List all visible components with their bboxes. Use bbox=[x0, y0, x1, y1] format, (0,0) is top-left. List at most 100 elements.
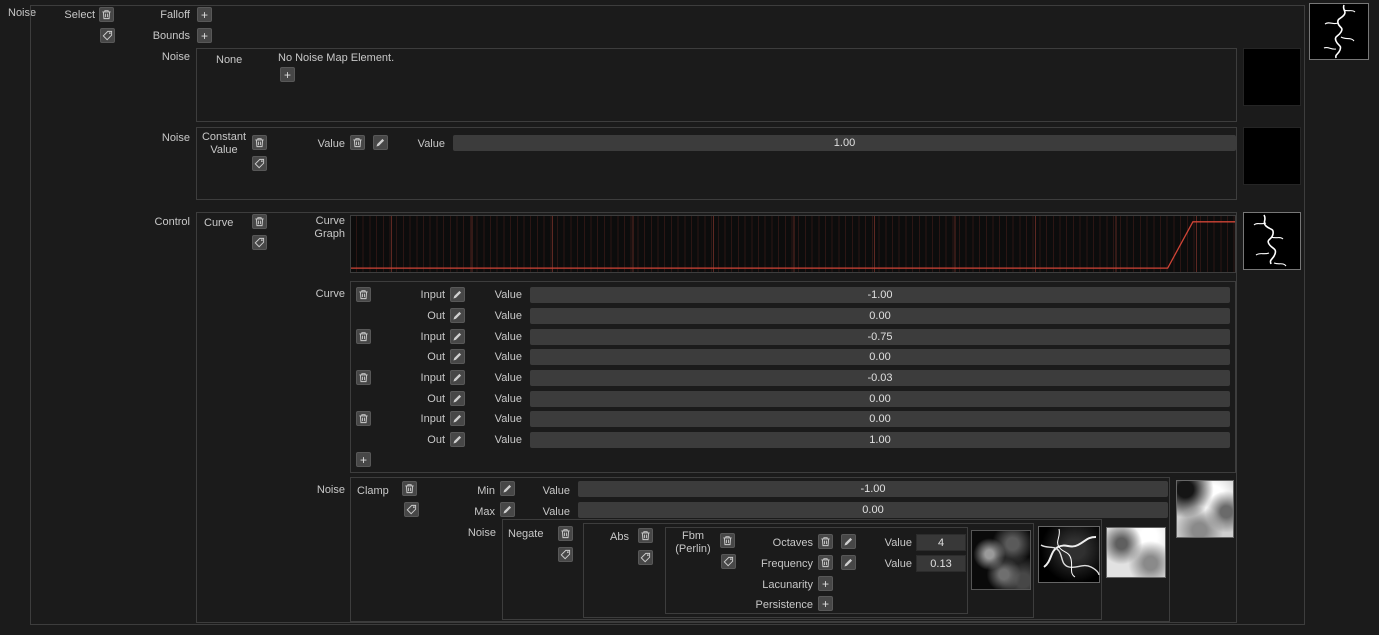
curve-point-trash-button[interactable] bbox=[356, 287, 371, 302]
none-name: None bbox=[216, 54, 242, 67]
bounds-label: Bounds bbox=[130, 30, 190, 43]
none-noise-preview bbox=[1243, 48, 1301, 106]
negate-tag-button[interactable] bbox=[558, 547, 573, 562]
curve-row-pencil-button[interactable] bbox=[450, 349, 465, 364]
curve-row-value-label: Value bbox=[482, 413, 522, 426]
curve-row-value-label: Value bbox=[482, 393, 522, 406]
bounds-add-button[interactable]: + bbox=[197, 28, 212, 43]
veins-pattern bbox=[1254, 215, 1286, 266]
fbm-persistence-add-button[interactable]: + bbox=[818, 596, 833, 611]
curve-row-pencil-button[interactable] bbox=[450, 411, 465, 426]
constant-name: Constant Value bbox=[200, 131, 248, 157]
fbm-frequency-pencil-button[interactable] bbox=[841, 555, 856, 570]
constant-param-trash-button[interactable] bbox=[350, 135, 365, 150]
none-message: No Noise Map Element. bbox=[278, 52, 394, 65]
falloff-add-button[interactable]: + bbox=[197, 7, 212, 22]
constant-trash-button[interactable] bbox=[252, 135, 267, 150]
curve-row-value-label: Value bbox=[482, 434, 522, 447]
curve-row-pencil-button[interactable] bbox=[450, 391, 465, 406]
constant-param-label: Value bbox=[300, 138, 345, 151]
curve-row-pencil-button[interactable] bbox=[450, 432, 465, 447]
curve-row-value-slider[interactable]: 0.00 bbox=[530, 391, 1230, 407]
fbm-octaves-pencil-button[interactable] bbox=[841, 534, 856, 549]
curve-row-label: Out bbox=[396, 351, 445, 364]
curve-name: Curve bbox=[204, 217, 233, 230]
curve-row-pencil-button[interactable] bbox=[450, 308, 465, 323]
curve-row-value-slider[interactable]: -1.00 bbox=[530, 287, 1230, 303]
curve-row-pencil-button[interactable] bbox=[450, 287, 465, 302]
clamp-side-label: Noise bbox=[300, 484, 345, 497]
constant-tag-button[interactable] bbox=[252, 156, 267, 171]
fbm-frequency-value-label: Value bbox=[872, 558, 912, 571]
curve-row-value-label: Value bbox=[482, 372, 522, 385]
curve-row-value-label: Value bbox=[482, 351, 522, 364]
curve-row-label: Out bbox=[396, 434, 445, 447]
curve-point-trash-button[interactable] bbox=[356, 329, 371, 344]
clamp-trash-button[interactable] bbox=[402, 481, 417, 496]
select-trash-button[interactable] bbox=[99, 7, 114, 22]
fbm-persistence-label: Persistence bbox=[745, 599, 813, 612]
curve-graph-line bbox=[351, 222, 1235, 268]
clamp-max-slider[interactable]: 0.00 bbox=[578, 502, 1168, 518]
control-side-label: Control bbox=[120, 216, 190, 229]
curve-row-value-slider[interactable]: 0.00 bbox=[530, 308, 1230, 324]
curve-row-value-slider[interactable]: -0.03 bbox=[530, 370, 1230, 386]
curve-graph[interactable] bbox=[350, 215, 1236, 273]
curve-add-point-button[interactable]: + bbox=[356, 452, 371, 467]
negate-name: Negate bbox=[508, 528, 543, 541]
curve-row-label: Out bbox=[396, 310, 445, 323]
clamp-name: Clamp bbox=[357, 485, 389, 498]
fbm-octaves-label: Octaves bbox=[750, 537, 813, 550]
clamp-min-slider[interactable]: -1.00 bbox=[578, 481, 1168, 497]
abs-tag-button[interactable] bbox=[638, 550, 653, 565]
negate-noise-preview bbox=[1106, 527, 1166, 578]
fbm-tag-button[interactable] bbox=[721, 554, 736, 569]
curve-row-value-label: Value bbox=[482, 310, 522, 323]
curve-row-label: Input bbox=[396, 331, 445, 344]
curve-row-value-label: Value bbox=[482, 289, 522, 302]
curve-row-label: Input bbox=[396, 372, 445, 385]
select-tag-button[interactable] bbox=[100, 28, 115, 43]
clamp-tag-button[interactable] bbox=[404, 502, 419, 517]
fbm-octaves-trash-button[interactable] bbox=[818, 534, 833, 549]
fbm-name: Fbm (Perlin) bbox=[668, 530, 718, 556]
curve-row-value-slider[interactable]: 1.00 bbox=[530, 432, 1230, 448]
curve-row-label: Input bbox=[396, 413, 445, 426]
fbm-lacunarity-label: Lacunarity bbox=[745, 579, 813, 592]
clamp-min-pencil-button[interactable] bbox=[500, 481, 515, 496]
noise-editor: Noise Select Falloff + Bounds + Noise No… bbox=[0, 0, 1379, 635]
curve-row-pencil-button[interactable] bbox=[450, 329, 465, 344]
negate-trash-button[interactable] bbox=[558, 526, 573, 541]
curve-row-value-slider[interactable]: 0.00 bbox=[530, 349, 1230, 365]
fbm-lacunarity-add-button[interactable]: + bbox=[818, 576, 833, 591]
constant-param-pencil-button[interactable] bbox=[373, 135, 388, 150]
fbm-octaves-value[interactable]: 4 bbox=[916, 534, 966, 551]
constant-noise-preview bbox=[1243, 127, 1301, 185]
curve-graph-label: Curve Graph bbox=[300, 215, 345, 241]
curve-row-label: Input bbox=[396, 289, 445, 302]
constant-value-slider[interactable]: 1.00 bbox=[453, 135, 1236, 151]
curve-tag-button[interactable] bbox=[252, 235, 267, 250]
curve-point-trash-button[interactable] bbox=[356, 411, 371, 426]
constant-side-label: Noise bbox=[130, 132, 190, 145]
curve-trash-button[interactable] bbox=[252, 214, 267, 229]
none-add-button[interactable]: + bbox=[280, 67, 295, 82]
veins-pattern bbox=[1324, 5, 1355, 58]
clamp-max-label: Max bbox=[455, 506, 495, 519]
curve-row-pencil-button[interactable] bbox=[450, 370, 465, 385]
curve-list-label: Curve bbox=[300, 288, 345, 301]
clamp-noise-slot-label: Noise bbox=[450, 527, 496, 540]
curve-point-trash-button[interactable] bbox=[356, 370, 371, 385]
constant-value-label: Value bbox=[405, 138, 445, 151]
fbm-trash-button[interactable] bbox=[720, 533, 735, 548]
fbm-frequency-label: Frequency bbox=[745, 558, 813, 571]
fbm-frequency-trash-button[interactable] bbox=[818, 555, 833, 570]
curve-row-value-slider[interactable]: -0.75 bbox=[530, 329, 1230, 345]
curve-row-value-label: Value bbox=[482, 331, 522, 344]
curve-row-value-slider[interactable]: 0.00 bbox=[530, 411, 1230, 427]
abs-trash-button[interactable] bbox=[638, 528, 653, 543]
fbm-frequency-value[interactable]: 0.13 bbox=[916, 555, 966, 572]
clamp-min-value-label: Value bbox=[528, 485, 570, 498]
clamp-max-value-label: Value bbox=[528, 506, 570, 519]
clamp-max-pencil-button[interactable] bbox=[500, 502, 515, 517]
